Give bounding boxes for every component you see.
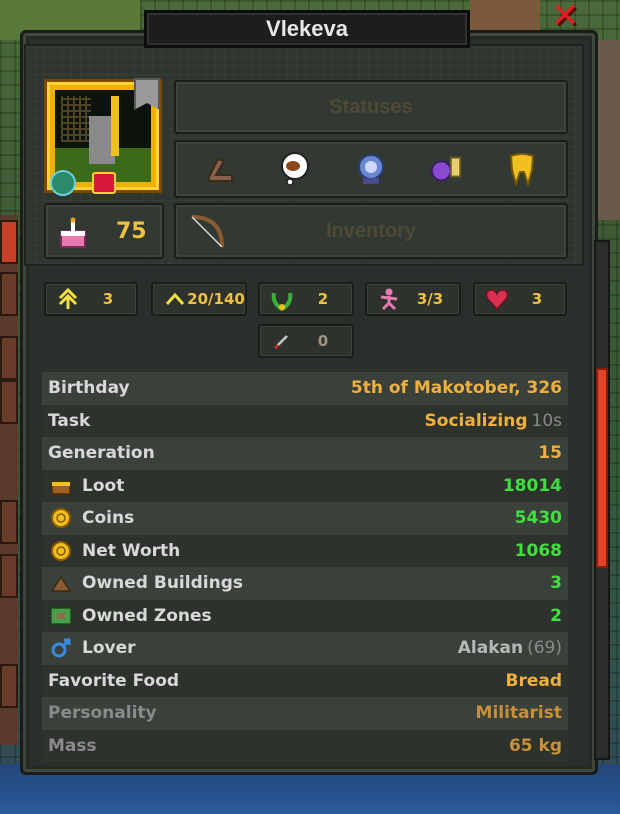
experience-chip[interactable]: 20/140 <box>151 282 247 316</box>
close-icon[interactable]: ✕ <box>548 0 582 36</box>
golden-tooth-icon[interactable] <box>505 150 539 188</box>
hut-icon <box>48 571 74 595</box>
info-row-generation: Generation 15 <box>42 437 568 470</box>
info-row-owned-zones: Owned Zones 2 <box>42 599 568 632</box>
unit-name: Vlekeva <box>266 16 348 41</box>
info-row-task: Task Socializing 10s <box>42 404 568 437</box>
info-row-loot: Loot 18014 <box>42 469 568 502</box>
info-row-birthday: Birthday 5th of Makotober, 326 <box>42 372 568 405</box>
dancing-figure-icon <box>377 287 401 311</box>
dagger-icon <box>270 329 294 353</box>
male-symbol-icon <box>48 636 74 660</box>
children-chip[interactable]: 3/3 <box>365 282 461 316</box>
treasure-chest-icon <box>48 474 74 498</box>
experience-arrow-icon <box>163 287 187 311</box>
age-panel[interactable]: 75 <box>44 203 164 259</box>
side-tab-4[interactable] <box>0 380 18 424</box>
level-arrows-icon <box>56 287 80 311</box>
heart-skull-icon <box>485 287 509 311</box>
side-tab-inspect[interactable] <box>0 220 18 264</box>
age-value: 75 <box>116 219 147 244</box>
zone-map-icon <box>48 604 74 628</box>
lover-name[interactable]: Alakan <box>458 638 523 658</box>
side-tab-7[interactable] <box>0 664 18 708</box>
info-row-coins: Coins 5430 <box>42 502 568 535</box>
coin-icon <box>48 506 74 530</box>
unit-name-title[interactable]: Vlekeva <box>144 10 470 48</box>
statuses-panel[interactable]: Statuses <box>174 80 568 134</box>
purple-orb-icon[interactable] <box>430 150 464 188</box>
unit-info-table: Birthday 5th of Makotober, 326 Task Soci… <box>42 372 568 762</box>
kingdom-emblem-icon[interactable] <box>50 170 76 196</box>
lover-age: (69) <box>527 638 562 659</box>
scrollbar-thumb[interactable] <box>596 368 608 568</box>
level-chip[interactable]: 3 <box>44 282 138 316</box>
kills-chip[interactable]: 3 <box>473 282 567 316</box>
task-timer: 10s <box>531 410 563 431</box>
info-row-lover[interactable]: Lover Alakan (69) <box>42 632 568 665</box>
task-value: Socializing <box>424 410 528 431</box>
coin-stack-icon <box>48 539 74 563</box>
laurel-wreath-icon <box>270 287 294 311</box>
statuses-label: Statuses <box>329 95 413 118</box>
meat-thought-icon[interactable] <box>278 150 312 188</box>
birthday-cake-icon <box>58 217 88 249</box>
gender-badge-icon <box>92 172 116 194</box>
side-tab-6[interactable] <box>0 554 18 598</box>
crystal-ball-ghost-icon[interactable] <box>354 150 388 188</box>
side-tab-5[interactable] <box>0 500 18 544</box>
bone-club-icon[interactable] <box>203 150 237 188</box>
side-tab-3[interactable] <box>0 336 18 380</box>
weapon-chip[interactable]: 0 <box>258 324 354 358</box>
info-row-net-worth: Net Worth 1068 <box>42 534 568 567</box>
info-row-favorite-food: Favorite Food Bread <box>42 664 568 697</box>
renown-chip[interactable]: 2 <box>258 282 354 316</box>
inventory-panel[interactable]: Inventory <box>174 203 568 259</box>
info-row-mass: Mass 65 kg <box>42 729 568 762</box>
inventory-label: Inventory <box>325 219 417 242</box>
info-row-owned-buildings: Owned Buildings 3 <box>42 567 568 600</box>
side-tab-2[interactable] <box>0 272 18 316</box>
info-row-personality: Personality Militarist <box>42 697 568 730</box>
